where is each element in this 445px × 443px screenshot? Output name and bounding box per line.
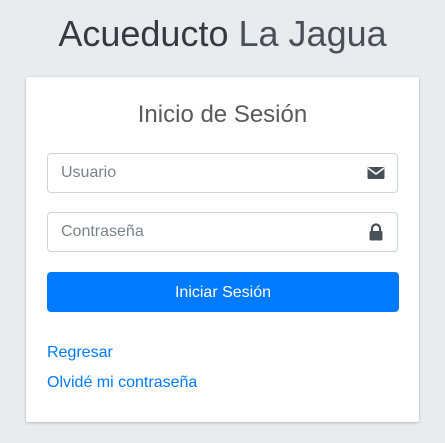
username-input[interactable] <box>48 154 348 192</box>
app-title-strong: Acueducto <box>58 13 229 54</box>
password-field-group <box>47 212 398 252</box>
username-field-group <box>47 153 398 193</box>
forgot-password-link[interactable]: Olvidé mi contraseña <box>47 373 197 393</box>
app-title: Acueducto La Jagua <box>0 12 445 56</box>
envelope-icon <box>367 167 385 179</box>
password-input[interactable] <box>48 213 348 251</box>
app-title-light: La Jagua <box>238 13 387 54</box>
login-title: Inicio de Sesión <box>137 101 308 128</box>
login-button[interactable]: Iniciar Sesión <box>47 272 399 312</box>
back-link[interactable]: Regresar <box>47 343 113 363</box>
lock-icon <box>369 223 383 241</box>
